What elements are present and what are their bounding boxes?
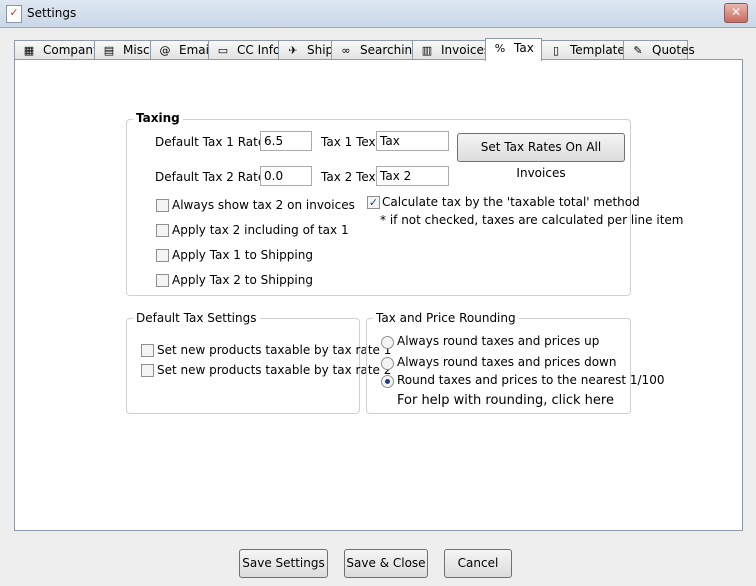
rounding-help-link[interactable]: For help with rounding, click here — [397, 393, 614, 408]
binoculars-icon: ∞ — [341, 44, 351, 57]
default-tax-group: Default Tax Settings Set new products ta… — [126, 311, 391, 414]
default-tax-legend: Default Tax Settings — [133, 311, 260, 325]
tax1-shipping-label: Apply Tax 1 to Shipping — [172, 248, 313, 262]
tax2-shipping-checkbox[interactable] — [156, 274, 169, 287]
save-settings-button[interactable]: Save Settings — [239, 549, 328, 578]
round-down-label: Always round taxes and prices down — [397, 355, 617, 369]
at-sign-icon: @ — [159, 44, 171, 57]
tax2-incl-tax1-label: Apply tax 2 including of tax 1 — [172, 223, 349, 237]
tax2-shipping-label: Apply Tax 2 to Shipping — [172, 273, 313, 287]
tab-company[interactable]: ▦ Company — [14, 40, 100, 60]
round-up-label: Always round taxes and prices up — [397, 334, 600, 348]
invoice-icon: ▥ — [421, 44, 433, 57]
grid-icon: ▤ — [103, 44, 115, 57]
tab-invoices[interactable]: ▥ Invoices — [412, 40, 490, 60]
round-down-radio[interactable] — [381, 357, 394, 370]
building-icon: ▦ — [23, 44, 35, 57]
tax1-shipping-checkbox[interactable] — [156, 249, 169, 262]
taxing-legend: Taxing — [133, 111, 183, 125]
tab-templates[interactable]: ▯ Templates — [541, 40, 631, 60]
title-bar: ✓ Settings ✕ — [0, 0, 756, 28]
tab-label: CC Info — [237, 43, 281, 57]
calc-taxable-total-checkbox[interactable]: ✓ — [367, 196, 380, 209]
card-icon: ▭ — [217, 44, 229, 57]
tab-label: Templates — [570, 43, 632, 57]
cancel-button[interactable]: Cancel — [444, 549, 512, 578]
save-close-button[interactable]: Save & Close — [344, 549, 428, 578]
tab-quotes[interactable]: ✎ Quotes — [623, 40, 695, 60]
show-tax2-label: Always show tax 2 on invoices — [172, 198, 355, 212]
calc-taxable-total-label: Calculate tax by the 'taxable total' met… — [382, 195, 640, 209]
tab-searching[interactable]: ∞ Searching — [331, 40, 420, 60]
new-products-rate1-checkbox[interactable] — [141, 344, 154, 357]
tax2-text-label: Tax 2 Text — [321, 170, 381, 184]
document-icon: ▯ — [552, 44, 560, 57]
tab-cc-info[interactable]: ▭ CC Info — [208, 40, 281, 60]
new-products-rate1-label: Set new products taxable by tax rate 1 — [157, 343, 392, 357]
tax-settings-panel: Taxing Default Tax 1 Rate % Tax 1 Text S… — [14, 59, 743, 531]
window-title: Settings — [27, 6, 77, 20]
set-tax-rates-button[interactable]: Set Tax Rates On All Invoices — [457, 133, 625, 180]
rounding-legend: Tax and Price Rounding — [373, 311, 519, 325]
percent-icon: % — [494, 42, 506, 55]
tab-misc[interactable]: ▤ Misc — [94, 40, 151, 60]
tab-label: Quotes — [652, 43, 695, 57]
tab-tax[interactable]: % Tax — [485, 38, 542, 61]
new-products-rate2-checkbox[interactable] — [141, 364, 154, 377]
new-products-rate2-label: Set new products taxable by tax rate 2 — [157, 363, 392, 377]
tab-label: Invoices — [441, 43, 491, 57]
tax2-text-input[interactable] — [376, 166, 449, 186]
round-nearest-label: Round taxes and prices to the nearest 1/… — [397, 373, 665, 387]
taxing-group: Taxing Default Tax 1 Rate % Tax 1 Text S… — [126, 111, 683, 296]
tab-ship[interactable]: ✈ Ship — [278, 40, 334, 60]
tab-label: Tax — [514, 41, 534, 55]
button-bar: Save Settings Save & Close Cancel — [0, 531, 756, 586]
ship-icon: ✈ — [288, 44, 298, 57]
settings-app-icon: ✓ — [6, 5, 22, 23]
tab-label: Company — [43, 43, 101, 57]
show-tax2-checkbox[interactable] — [156, 199, 169, 212]
rounding-group: Tax and Price Rounding Always round taxe… — [366, 311, 664, 414]
pencil-icon: ✎ — [633, 44, 643, 57]
tab-label: Ship — [307, 43, 334, 57]
tax1-text-input[interactable] — [376, 131, 449, 151]
tax1-text-label: Tax 1 Text — [321, 135, 381, 149]
round-nearest-radio[interactable] — [381, 375, 394, 388]
tab-label: Searching — [360, 43, 420, 57]
tax2-incl-tax1-checkbox[interactable] — [156, 224, 169, 237]
close-button[interactable]: ✕ — [724, 3, 748, 23]
tab-label: Misc — [123, 43, 150, 57]
round-up-radio[interactable] — [381, 336, 394, 349]
calc-note: * if not checked, taxes are calculated p… — [380, 213, 684, 227]
tax1-rate-input[interactable] — [260, 131, 312, 151]
tax2-rate-input[interactable] — [260, 166, 312, 186]
tab-email[interactable]: @ Email — [150, 40, 212, 60]
